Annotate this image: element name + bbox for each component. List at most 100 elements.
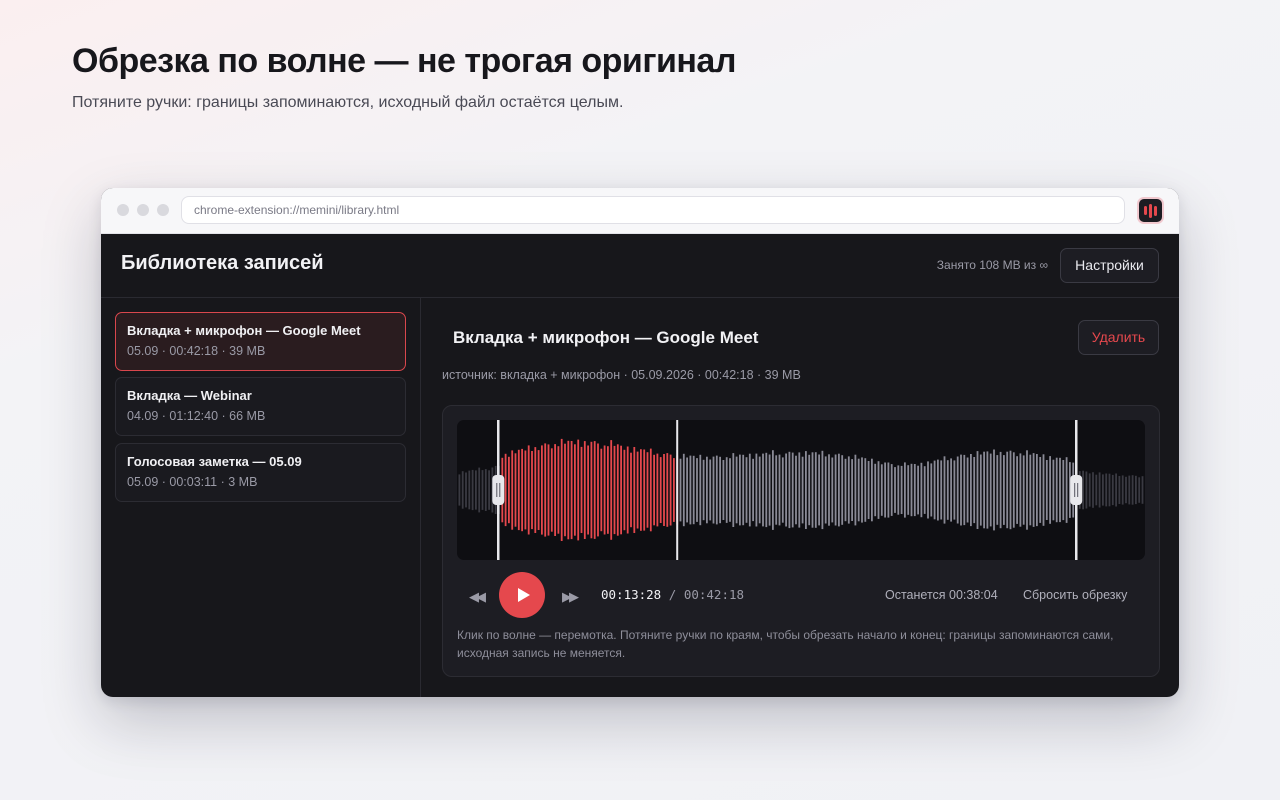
- waveform-bar: [613, 445, 616, 535]
- recording-item-voice-note[interactable]: Голосовая заметка — 05.09 05.09 · 00:03:…: [115, 443, 406, 502]
- fast-forward-icon[interactable]: ▶▶: [562, 589, 579, 605]
- waveform-bar: [861, 457, 863, 523]
- playhead[interactable]: [676, 420, 679, 560]
- waveform-bar: [910, 463, 913, 517]
- waveform-bar: [831, 457, 834, 523]
- recordings-list: Вкладка + микрофон — Google Meet 05.09 ·…: [101, 298, 421, 697]
- waveform-bar: [772, 450, 774, 530]
- waveform-bar: [673, 458, 675, 522]
- remaining-duration: Останется 00:38:04: [885, 588, 998, 602]
- settings-button[interactable]: Настройки: [1060, 248, 1159, 283]
- waveform-bar: [580, 446, 583, 533]
- waveform-bar: [950, 458, 952, 522]
- waveform-bar: [996, 455, 999, 525]
- waveform-bar: [574, 444, 576, 536]
- waveform-bar: [900, 465, 903, 514]
- waveform-bar: [1135, 475, 1137, 505]
- waveform-bar: [960, 454, 962, 526]
- trim-start-handle[interactable]: [492, 475, 505, 505]
- waveform-bar: [531, 451, 533, 530]
- waveform-bar: [478, 467, 481, 513]
- rewind-icon[interactable]: ◀◀: [469, 589, 486, 605]
- waveform-bar: [983, 451, 985, 529]
- waveform-bar: [696, 458, 698, 522]
- address-bar[interactable]: chrome-extension://memini/library.html: [181, 196, 1125, 224]
- waveform-bar: [1036, 454, 1038, 527]
- waveform-bar: [1039, 457, 1042, 523]
- recording-item-webinar[interactable]: Вкладка — Webinar 04.09 · 01:12:40 · 66 …: [115, 377, 406, 436]
- waveform-bar: [682, 453, 685, 527]
- waveform-hint: Клик по волне — перемотка. Потяните ручк…: [457, 628, 1114, 660]
- waveform-bar: [1016, 456, 1018, 524]
- waveform-bar: [646, 452, 649, 528]
- waveform-bar: [890, 464, 893, 516]
- waveform-bar: [600, 448, 603, 532]
- waveform-bar: [745, 457, 748, 523]
- waveform-bar: [702, 459, 705, 521]
- waveform-bar: [907, 465, 910, 515]
- waveform-bar: [930, 463, 933, 517]
- waveform-bar: [970, 454, 972, 527]
- waveform-bar: [550, 448, 553, 532]
- window-minimize-dot[interactable]: [137, 204, 149, 216]
- waveform-bar: [805, 451, 807, 529]
- waveform-bar: [927, 461, 929, 519]
- waveform-bar: [590, 441, 593, 539]
- waveform-bar: [894, 467, 896, 513]
- trim-end-handle[interactable]: [1070, 475, 1083, 505]
- waveform-bar: [1141, 476, 1144, 504]
- waveform-canvas[interactable]: [457, 420, 1145, 560]
- waveform-bar: [722, 460, 725, 520]
- waveform-bar: [814, 452, 817, 528]
- waveform-bar: [735, 456, 738, 524]
- waveform-bar: [607, 446, 609, 534]
- waveform-bars-icon[interactable]: [1137, 197, 1164, 224]
- waveform-bar: [1128, 475, 1131, 505]
- waveform-bar: [887, 462, 890, 518]
- waveform-bar: [709, 459, 712, 521]
- waveform-bar: [867, 461, 870, 519]
- waveform-bar: [1121, 475, 1124, 505]
- waveform-bar: [993, 449, 995, 531]
- recording-detail-title: Вкладка + микрофон — Google Meet: [453, 328, 759, 347]
- waveform-bar: [884, 462, 886, 518]
- waveform-bar: [1052, 459, 1055, 521]
- waveform-bar: [534, 447, 537, 533]
- waveform[interactable]: [457, 420, 1145, 560]
- waveform-bar: [719, 456, 721, 524]
- current-time: 00:13:28: [601, 587, 662, 602]
- total-time: 00:42:18: [683, 587, 745, 602]
- waveform-bar: [597, 443, 599, 537]
- waveform-bar: [762, 453, 764, 527]
- waveform-bar: [465, 472, 467, 508]
- delete-button[interactable]: Удалить: [1078, 320, 1159, 355]
- waveform-bar: [1026, 450, 1028, 530]
- waveform-bar: [1032, 453, 1035, 527]
- app-header: Библиотека записей Занято 108 MB из ∞ На…: [101, 234, 1179, 298]
- waveform-bar: [643, 449, 646, 531]
- window-close-dot[interactable]: [117, 204, 129, 216]
- waveform-bar: [603, 445, 606, 535]
- grip-icon: [1077, 483, 1079, 497]
- waveform-bar: [778, 454, 781, 526]
- recording-item-google-meet[interactable]: Вкладка + микрофон — Google Meet 05.09 ·…: [115, 312, 406, 371]
- reset-trim-button[interactable]: Сбросить обрезку: [1023, 588, 1127, 602]
- waveform-bar: [524, 450, 527, 530]
- waveform-bar: [933, 460, 936, 520]
- recording-meta: 04.09 · 01:12:40 · 66 MB: [127, 409, 266, 423]
- play-button[interactable]: [499, 572, 545, 618]
- waveform-bar: [857, 458, 860, 522]
- waveform-bar: [963, 454, 966, 526]
- grip-icon: [499, 483, 501, 497]
- waveform-bar: [811, 452, 814, 528]
- waveform-bar: [824, 456, 827, 524]
- waveform-bar: [781, 457, 784, 523]
- window-maximize-dot[interactable]: [157, 204, 169, 216]
- waveform-bar: [679, 458, 682, 522]
- waveform-bar: [897, 465, 900, 515]
- waveform-bar: [616, 444, 619, 536]
- waveform-bar: [514, 453, 517, 527]
- waveform-bar: [851, 459, 853, 521]
- waveform-bar: [864, 458, 867, 522]
- waveform-bar: [838, 453, 840, 527]
